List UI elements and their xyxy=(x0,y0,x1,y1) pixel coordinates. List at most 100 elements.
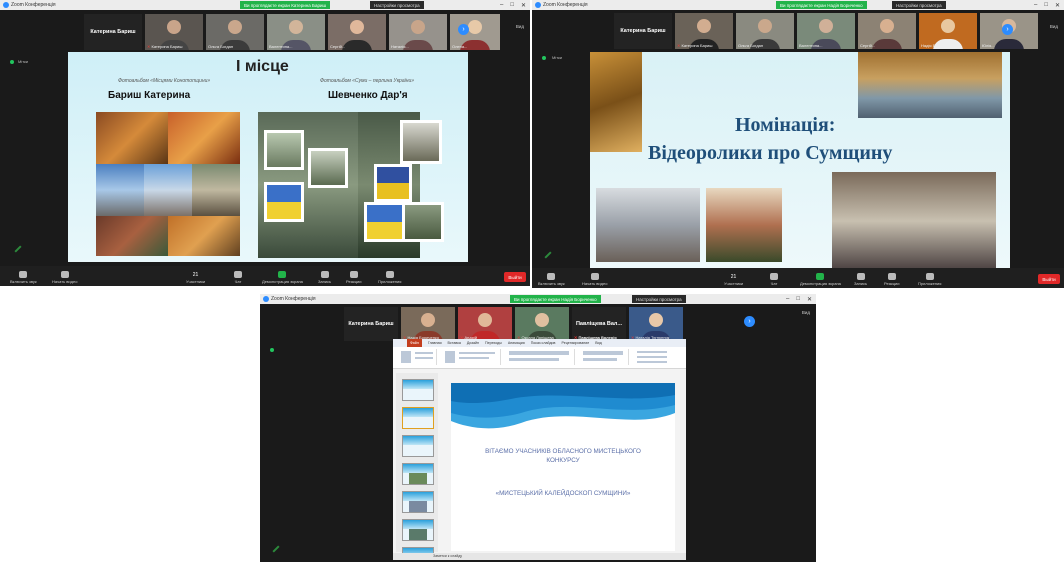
tab-insert[interactable]: Вставка xyxy=(448,341,461,345)
notes-bar[interactable]: Заметки к слайду xyxy=(393,553,686,560)
tab-home[interactable]: Главная xyxy=(428,341,442,345)
slide-canvas[interactable]: ВІТАЄМО УЧАСНИКІВ ОБЛАСНОГО МИСТЕЦЬКОГО … xyxy=(451,383,675,551)
participant-tile[interactable]: Валентина... xyxy=(267,14,325,50)
end-meeting-button[interactable]: Выйти xyxy=(1038,274,1060,284)
close-icon[interactable]: ✕ xyxy=(807,296,812,303)
close-icon[interactable]: ✕ xyxy=(521,2,526,9)
camera-icon xyxy=(590,273,599,280)
participant-tile[interactable]: Сергій... xyxy=(858,13,916,49)
participant-tile-host[interactable]: Катерина Бариш xyxy=(344,307,398,341)
slide-text-line3: «МИСТЕЦЬКИЙ КАЛЕЙДОСКОП СУМЩИНИ» xyxy=(495,490,631,497)
participant-tile-host[interactable]: Катерина Бариш xyxy=(614,13,672,49)
slide-thumbnail[interactable]: 2 xyxy=(402,407,434,429)
record-button[interactable]: Запись xyxy=(854,273,867,286)
minimize-icon[interactable]: – xyxy=(1034,2,1037,8)
apps-button[interactable]: Приложения xyxy=(918,273,941,286)
slide-thumbnail[interactable]: 4 xyxy=(402,463,434,485)
slide-thumbnail[interactable]: 3 xyxy=(402,435,434,457)
participant-tile[interactable]: Ольга Богдан xyxy=(206,14,264,50)
chat-button[interactable]: Чат xyxy=(770,273,778,286)
tab-view[interactable]: Вид xyxy=(595,341,602,345)
share-screen-button[interactable]: Демонстрация экрана xyxy=(262,271,303,284)
ribbon-group-paragraph[interactable] xyxy=(579,349,629,365)
chat-button[interactable]: Чат xyxy=(234,271,242,284)
participant-tile-named[interactable]: Павліщева Вал... ✕ Павліщева Валерія xyxy=(572,307,626,341)
side-label: Мітки xyxy=(18,59,29,64)
tab-animations[interactable]: Анимация xyxy=(508,341,525,345)
avatar xyxy=(421,313,435,328)
video-button[interactable]: Начать видео xyxy=(52,271,77,284)
reactions-button[interactable]: Реакции xyxy=(346,271,361,284)
ribbon-group-clipboard[interactable] xyxy=(397,349,437,365)
participants-button[interactable]: 21 Участники xyxy=(186,272,205,284)
slide-place-title: І місце xyxy=(236,58,289,75)
participant-tile[interactable]: ✕ Катерина Бариш xyxy=(675,13,733,49)
participant-tile[interactable]: ✕ Катерина Бариш xyxy=(145,14,203,50)
annotate-pen-icon[interactable] xyxy=(544,251,552,259)
photo xyxy=(706,188,782,262)
participants-button[interactable]: 21 Участники xyxy=(724,274,743,286)
video-button[interactable]: Начать видео xyxy=(582,273,607,286)
view-options-button[interactable]: Настройки просмотра xyxy=(892,1,946,9)
participant-name: Валентина... xyxy=(799,43,823,48)
next-page-icon[interactable]: › xyxy=(458,24,469,35)
tab-file[interactable]: Файл xyxy=(407,339,422,347)
maximize-icon[interactable]: □ xyxy=(796,296,800,302)
participants-count: 21 xyxy=(192,272,199,278)
participant-tile[interactable]: ✕ Наталія Тютюнник xyxy=(629,307,683,341)
reactions-button[interactable]: Реакции xyxy=(884,273,899,286)
apps-button[interactable]: Приложения xyxy=(378,271,401,284)
close-icon[interactable]: ✕ xyxy=(1055,2,1060,9)
annotate-pen-icon[interactable] xyxy=(272,545,280,553)
view-options-button[interactable]: Настройки просмотра xyxy=(632,295,686,303)
participant-tile[interactable]: Олена... xyxy=(450,14,500,50)
tab-transitions[interactable]: Переходы xyxy=(485,341,502,345)
view-button[interactable]: Вид xyxy=(802,310,810,315)
ribbon-group-slides[interactable] xyxy=(441,349,501,365)
wave-decoration xyxy=(451,383,675,429)
minimize-icon[interactable]: – xyxy=(500,2,503,8)
mic-button[interactable]: Включить звук xyxy=(538,273,565,286)
slide-thumbnail[interactable]: 6 xyxy=(402,519,434,541)
screen-share-banner: Ви проглядаєте екран Катерина Бариш xyxy=(240,1,331,9)
view-button[interactable]: Вид xyxy=(516,24,524,29)
next-page-icon[interactable]: › xyxy=(744,316,755,327)
view-options-button[interactable]: Настройки просмотра xyxy=(370,1,424,9)
avatar xyxy=(758,19,772,34)
mic-button[interactable]: Включить звук xyxy=(10,271,37,284)
maximize-icon[interactable]: □ xyxy=(510,2,514,8)
photo xyxy=(402,202,444,242)
participant-tile[interactable]: Сергій... xyxy=(328,14,386,50)
tab-slideshow[interactable]: Показ слайдов xyxy=(531,341,556,345)
tab-design[interactable]: Дизайн xyxy=(467,341,479,345)
participant-tile[interactable]: ✕ Надія Бориченко xyxy=(401,307,455,341)
record-button[interactable]: Запись xyxy=(318,271,331,284)
minimize-icon[interactable]: – xyxy=(786,296,789,302)
avatar-body xyxy=(342,40,372,50)
participant-tile[interactable]: Валентина... xyxy=(797,13,855,49)
participant-tile[interactable]: ✕ Андрій xyxy=(458,307,512,341)
tab-review[interactable]: Рецензирование xyxy=(561,341,589,345)
participant-tile-host[interactable]: Катерина Бариш xyxy=(84,14,142,50)
share-screen-button[interactable]: Демонстрация экрана xyxy=(800,273,841,286)
participant-name: Юлія... xyxy=(982,43,995,48)
participant-name: Надія Бориченко xyxy=(921,43,953,48)
ribbon-group-font[interactable] xyxy=(505,349,575,365)
maximize-icon[interactable]: □ xyxy=(1044,2,1048,8)
participant-tile[interactable]: Надія Бориченко xyxy=(919,13,977,49)
participant-tile[interactable]: ✕ Оксана Ляпіщева xyxy=(515,307,569,341)
annotate-pen-icon[interactable] xyxy=(14,245,22,253)
ribbon: Файл Главная Вставка Дизайн Переходы Ани… xyxy=(393,339,686,369)
name-left: Бариш Катерина xyxy=(108,90,191,101)
end-meeting-button[interactable]: Выйти xyxy=(504,272,526,282)
slide-thumbnail[interactable]: 1 xyxy=(402,379,434,401)
view-button[interactable]: Вид xyxy=(1050,24,1058,29)
slide-thumbnail[interactable]: 5 xyxy=(402,491,434,513)
ribbon-group-editing[interactable] xyxy=(633,349,681,365)
meeting-toolbar: Включить звук Начать видео 21 Участники Ч… xyxy=(0,266,530,286)
participant-label: Сергій... xyxy=(860,43,875,48)
participant-tile[interactable]: Наталія... xyxy=(389,14,447,50)
participant-name: Наталія... xyxy=(391,44,409,49)
next-page-icon[interactable]: › xyxy=(1002,24,1013,35)
participant-tile[interactable]: Ольга Богдан xyxy=(736,13,794,49)
